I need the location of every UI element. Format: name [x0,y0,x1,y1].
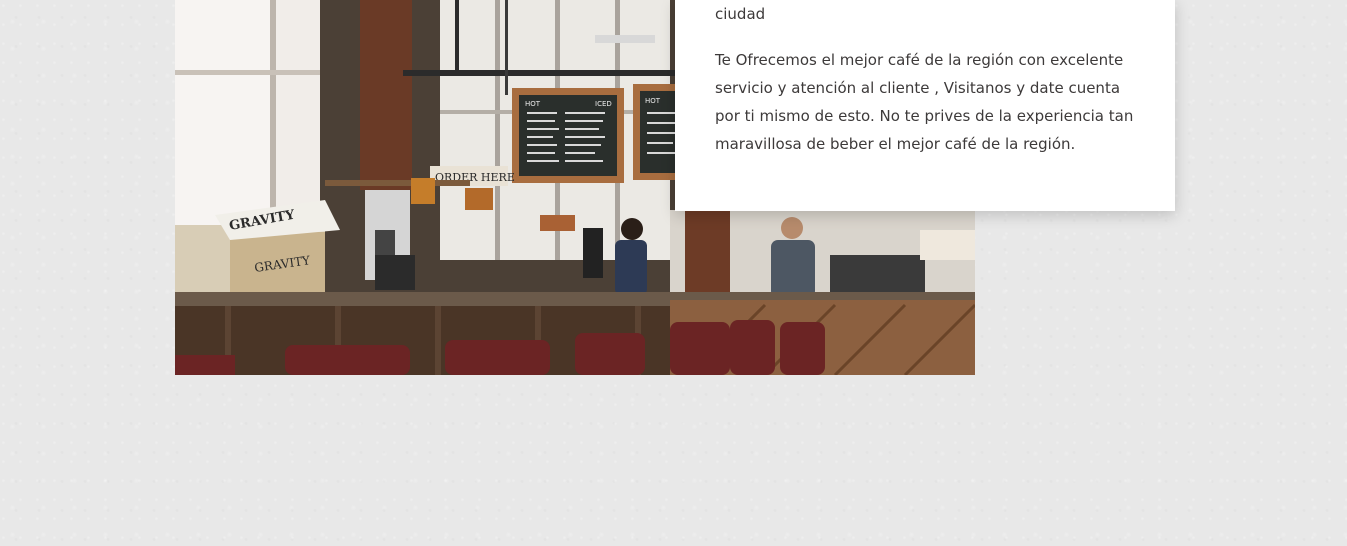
lead-fragment: ciudad [715,5,766,23]
board-left-header-right: ICED [595,100,612,108]
board-right-header: HOT [645,97,661,105]
about-paragraph: Te Ofrecemos el mejor café de la región … [715,51,1134,153]
board-left-header-left: HOT [525,100,541,108]
about-card: ciudad Te Ofrecemos el mejor café de la … [675,0,1175,211]
